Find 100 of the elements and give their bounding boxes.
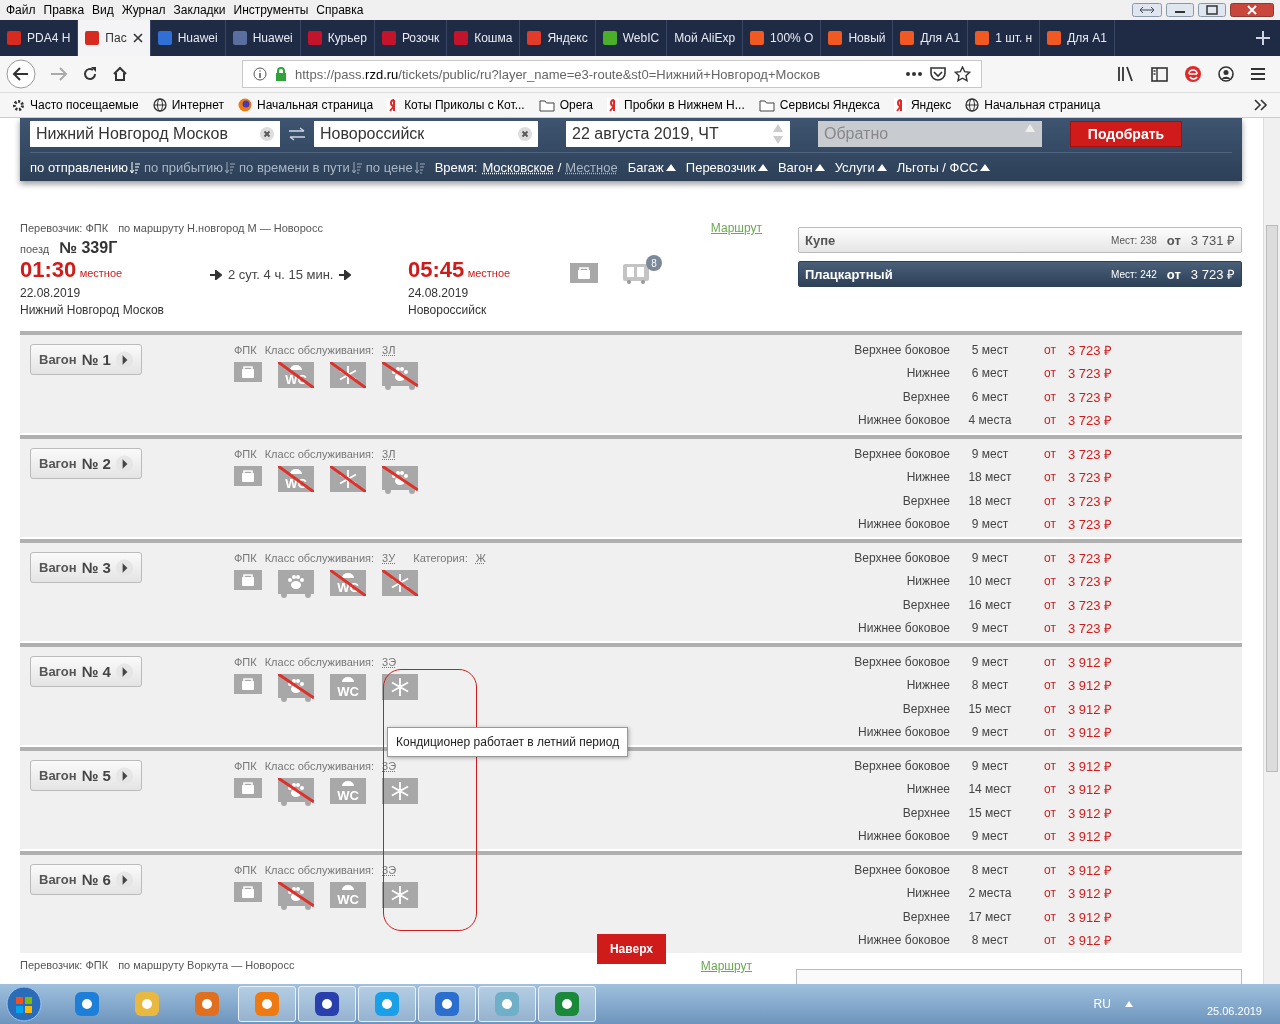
- to-field[interactable]: Новороссийск: [314, 121, 538, 147]
- snowflake-icon[interactable]: [382, 778, 418, 804]
- seat-price[interactable]: 3 723 ₽: [1068, 491, 1138, 510]
- seat-price[interactable]: 3 912 ₽: [1068, 756, 1138, 775]
- baggage-icon[interactable]: [234, 466, 262, 486]
- time-option[interactable]: Местное: [565, 160, 618, 175]
- service-class-value[interactable]: 3Э: [382, 656, 397, 668]
- new-tab-icon[interactable]: [1256, 31, 1270, 45]
- no-pets-icon[interactable]: [278, 778, 314, 806]
- seat-price[interactable]: 3 723 ₽: [1068, 619, 1138, 638]
- more-icon[interactable]: [906, 72, 922, 76]
- baggage-icon[interactable]: [234, 882, 262, 902]
- wagon-button[interactable]: Вагон № 6: [30, 864, 142, 895]
- snowflake-icon[interactable]: [382, 674, 418, 700]
- service-class-value[interactable]: 3У: [382, 552, 396, 564]
- seat-price[interactable]: 3 912 ₽: [1068, 931, 1138, 950]
- library-icon[interactable]: [1117, 66, 1135, 82]
- seat-price[interactable]: 3 723 ₽: [1068, 340, 1138, 359]
- bookmark[interactable]: Начальная страница: [238, 98, 374, 112]
- clear-icon[interactable]: [518, 127, 532, 141]
- bookmark[interactable]: Сервисы Яндекса: [758, 98, 880, 112]
- wagon-button[interactable]: Вагон № 4: [30, 656, 142, 687]
- more-bookmarks-icon[interactable]: [1254, 99, 1268, 111]
- no-pets-icon[interactable]: [382, 362, 418, 390]
- seat-price[interactable]: 3 912 ₽: [1068, 884, 1138, 903]
- seat-price[interactable]: 3 912 ₽: [1068, 676, 1138, 695]
- menu-item[interactable]: Журнал: [119, 3, 172, 17]
- restore-icon[interactable]: [1132, 3, 1162, 17]
- seat-price[interactable]: 3 912 ₽: [1068, 827, 1138, 846]
- service-class-value[interactable]: 3Л: [382, 344, 396, 356]
- sort-option[interactable]: по отправлению: [30, 160, 140, 175]
- bookmark[interactable]: Интернет: [152, 98, 224, 112]
- seat-price[interactable]: 3 912 ₽: [1068, 780, 1138, 799]
- sort-option[interactable]: по прибытию: [143, 160, 236, 175]
- menu-item[interactable]: Правка: [41, 3, 91, 17]
- no-pets-icon[interactable]: [382, 466, 418, 494]
- taskbar-app[interactable]: [298, 986, 356, 1022]
- start-button[interactable]: [4, 985, 44, 1023]
- baggage-icon[interactable]: [234, 570, 262, 590]
- baggage-icon[interactable]: [234, 778, 262, 798]
- paw-icon[interactable]: [278, 570, 314, 598]
- scrollbar[interactable]: [1263, 118, 1280, 984]
- no-snowflake-icon[interactable]: [330, 362, 366, 388]
- info-icon[interactable]: [253, 67, 267, 81]
- menu-icon[interactable]: [1250, 67, 1266, 81]
- clear-icon[interactable]: [260, 127, 274, 141]
- taskbar-app[interactable]: [538, 986, 596, 1022]
- swap-icon[interactable]: [288, 127, 306, 141]
- no-snowflake-icon[interactable]: [330, 466, 366, 492]
- home-icon[interactable]: [112, 66, 128, 82]
- seat-price[interactable]: 3 912 ₽: [1068, 699, 1138, 718]
- star-icon[interactable]: [954, 66, 971, 82]
- no-pets-icon[interactable]: [278, 882, 314, 910]
- minimize-icon[interactable]: [1166, 3, 1194, 17]
- browser-tab[interactable]: Пас: [78, 20, 151, 56]
- filter-toggle[interactable]: Багаж: [627, 160, 676, 175]
- menu-item[interactable]: Справка: [314, 3, 370, 17]
- account-icon[interactable]: [1218, 66, 1234, 82]
- wagon-button[interactable]: Вагон № 2: [30, 448, 142, 479]
- back-to-top-button[interactable]: Наверх: [597, 934, 666, 964]
- seat-price[interactable]: 3 723 ₽: [1068, 468, 1138, 487]
- seat-price[interactable]: 3 723 ₽: [1068, 572, 1138, 591]
- bookmark[interactable]: Часто посещаемые: [12, 98, 139, 112]
- taskbar-app[interactable]: [418, 986, 476, 1022]
- sort-option[interactable]: по цене: [365, 160, 425, 175]
- seat-price[interactable]: 3 723 ₽: [1068, 444, 1138, 463]
- seat-price[interactable]: 3 723 ₽: [1068, 595, 1138, 614]
- seat-price[interactable]: 3 723 ₽: [1068, 387, 1138, 406]
- back-icon[interactable]: [6, 59, 36, 89]
- submit-button[interactable]: Подобрать: [1070, 121, 1182, 147]
- menu-item[interactable]: Инструменты: [231, 3, 315, 17]
- wagon-button[interactable]: Вагон № 1: [30, 344, 142, 375]
- sidebar-icon[interactable]: [1151, 66, 1168, 82]
- time-option[interactable]: Московское: [482, 160, 554, 175]
- address-bar[interactable]: https://pass.rzd.ru/tickets/public/ru?layer_name=e3-route&st0=Нижний+Новгород+Москов: [242, 60, 982, 88]
- tray-arrow-icon[interactable]: [1124, 1001, 1133, 1007]
- maximize-icon[interactable]: [1198, 3, 1226, 17]
- addon-icon[interactable]: [1184, 65, 1202, 83]
- filter-toggle[interactable]: Перевозчик: [685, 160, 768, 175]
- seat-price[interactable]: 3 723 ₽: [1068, 364, 1138, 383]
- date-field[interactable]: 22 августа 2019, ЧТ: [566, 121, 790, 147]
- bookmark[interactable]: Яндекс: [893, 98, 952, 112]
- reload-icon[interactable]: [82, 66, 98, 82]
- bookmark[interactable]: Начальная страница: [965, 98, 1101, 112]
- seat-price[interactable]: 3 723 ₽: [1068, 548, 1138, 567]
- seat-price[interactable]: 3 723 ₽: [1068, 411, 1138, 430]
- seat-price[interactable]: 3 912 ₽: [1068, 652, 1138, 671]
- no-pets-icon[interactable]: [278, 674, 314, 702]
- service-class-value[interactable]: 3Л: [382, 448, 396, 460]
- menu-item[interactable]: Файл: [4, 3, 42, 17]
- no-snowflake-icon[interactable]: [382, 570, 418, 596]
- baggage-icon[interactable]: [234, 362, 262, 382]
- pocket-icon[interactable]: [930, 66, 946, 82]
- bookmark[interactable]: Пробки в Нижнем Н...: [607, 98, 745, 112]
- snowflake-icon[interactable]: [382, 882, 418, 908]
- seat-price[interactable]: 3 912 ₽: [1068, 907, 1138, 926]
- seat-price[interactable]: 3 723 ₽: [1068, 515, 1138, 534]
- car-class-option[interactable]: Купе Мест: 238 от 3 731 ₽: [798, 227, 1242, 253]
- wagon-button[interactable]: Вагон № 5: [30, 760, 142, 791]
- seat-price[interactable]: 3 912 ₽: [1068, 860, 1138, 879]
